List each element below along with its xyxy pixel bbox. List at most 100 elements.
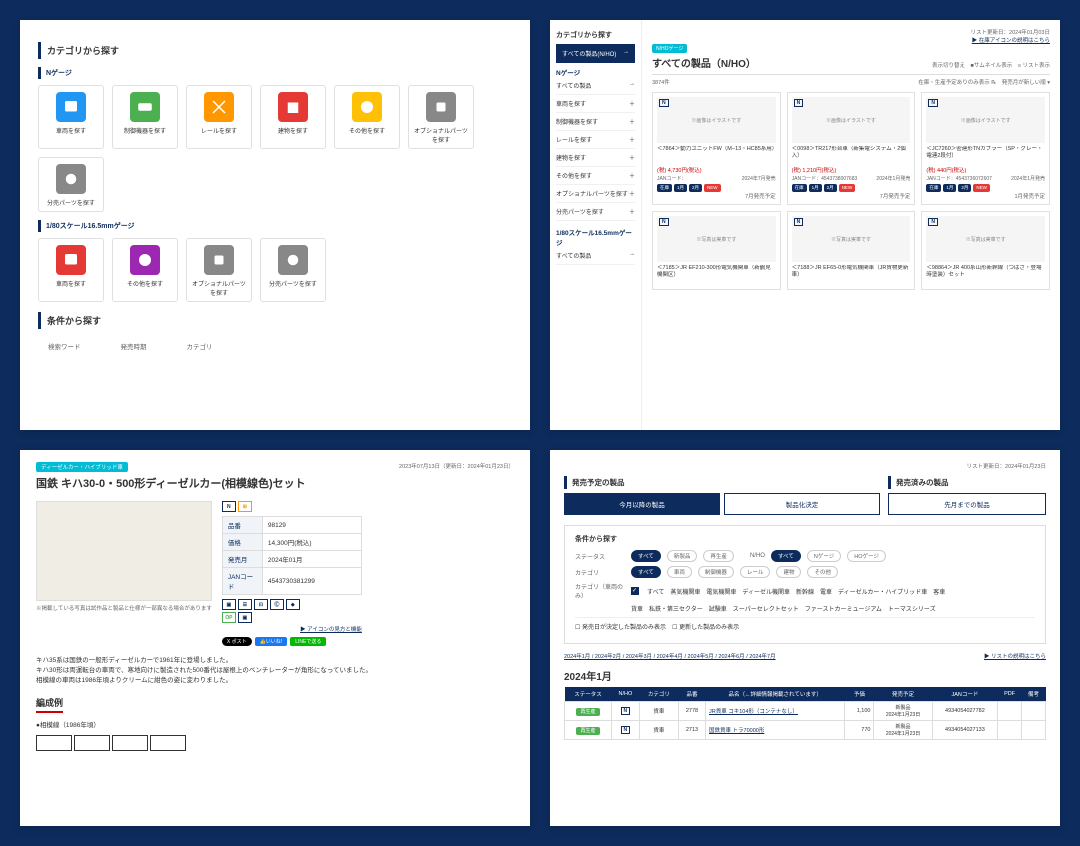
update-date: リスト更新日：2024年01月03日 bbox=[652, 28, 1050, 36]
other-icon bbox=[130, 245, 160, 275]
sidebar-header: カテゴリから探す bbox=[556, 30, 635, 40]
filter-option[interactable]: 電気機関車 bbox=[706, 587, 736, 596]
cat-train[interactable]: 車両を探す bbox=[38, 85, 104, 149]
filter-option[interactable]: 電車 bbox=[820, 587, 832, 596]
sidebar-item[interactable]: 制御機器を探す＋ bbox=[556, 113, 635, 131]
filter-option[interactable]: 蒸気機関車 bbox=[670, 587, 700, 596]
filter-label: N/HO bbox=[750, 553, 765, 559]
product-card[interactable]: N※写真は実車です ＜98864＞JR 400系山形新幹線（つばさ・登場時塗装）… bbox=[921, 211, 1050, 290]
cat-building[interactable]: 建物を探す bbox=[260, 85, 326, 149]
tab-current[interactable]: 今月以降の製品 bbox=[564, 493, 720, 515]
sidebar-item[interactable]: 車両を探す＋ bbox=[556, 95, 635, 113]
product-detail-panel: ディーゼルカー・ハイブリッド車 2023年07月13日（更新日：2024年01月… bbox=[20, 450, 530, 826]
filter-option[interactable]: ディーゼルカー・ハイブリッド車 bbox=[838, 587, 927, 596]
category-pill: ディーゼルカー・ハイブリッド車 bbox=[36, 462, 128, 472]
icon-guide-link[interactable]: ▶ アイコンの見方と機能 bbox=[222, 625, 362, 633]
parts-icon bbox=[204, 245, 234, 275]
filter-option[interactable]: 試験車 bbox=[709, 604, 727, 613]
filter-pill[interactable]: 車両 bbox=[667, 566, 692, 578]
n-icon: N bbox=[222, 501, 236, 512]
filter-pill[interactable]: HOゲージ bbox=[847, 550, 886, 562]
sidebar-item[interactable]: すべての製品→ bbox=[556, 77, 635, 95]
share-line[interactable]: LINEで送る bbox=[290, 637, 326, 646]
product-card[interactable]: N※画像はイラストです ＜0098＞TR217形台車（新集電システム・2個入） … bbox=[787, 92, 916, 205]
filter-check[interactable]: ☐ 発売日が決定した製品のみ表示 bbox=[575, 622, 666, 631]
filter-option[interactable]: 私鉄・第三セクター bbox=[649, 604, 703, 613]
filter-option[interactable]: トーマスシリーズ bbox=[888, 604, 936, 613]
cat-sep-parts[interactable]: 分売パーツを探す bbox=[38, 157, 104, 212]
train-icon bbox=[56, 245, 86, 275]
cat-optional[interactable]: オプショナルパーツを探す bbox=[408, 85, 474, 149]
feature-icon: ▣ bbox=[222, 599, 236, 610]
filter-pill[interactable]: 新製品 bbox=[667, 550, 698, 562]
sidebar-item[interactable]: オプショナルパーツを探す＋ bbox=[556, 185, 635, 203]
category-search-panel: カテゴリから探す Nゲージ 車両を探す 制御機器を探す レールを探す 建物を探す… bbox=[20, 20, 530, 430]
parts-icon bbox=[426, 92, 456, 122]
filter-option[interactable]: 貨車 bbox=[631, 604, 643, 613]
cat-rail[interactable]: レールを探す bbox=[186, 85, 252, 149]
filter-pill[interactable]: すべて bbox=[631, 550, 661, 562]
filter-option[interactable]: ファーストカーミュージアム bbox=[805, 604, 882, 613]
filter-option[interactable]: 客車 bbox=[933, 587, 945, 596]
n-categories-2: 分売パーツを探す bbox=[38, 157, 512, 212]
release-schedule-panel: リスト更新日：2024年01月23日 発売予定の製品 今月以降の製品 製品化決定… bbox=[550, 450, 1060, 826]
spec-table: N⊞ 品番98129 価格14,300円(税込) 発売月2024年01月 JAN… bbox=[222, 501, 362, 646]
cat-ho-optional[interactable]: オプショナルパーツを探す bbox=[186, 238, 252, 302]
cat-ho-train[interactable]: 車両を探す bbox=[38, 238, 104, 302]
product-card[interactable]: N※写真は実車です ＜7188＞JR EF65-0形電気機関車（JR貨物更新車） bbox=[787, 211, 916, 290]
tab-decided[interactable]: 製品化決定 bbox=[724, 493, 880, 515]
sidebar-item[interactable]: その他を探す＋ bbox=[556, 167, 635, 185]
sidebar-item[interactable]: レールを探す＋ bbox=[556, 131, 635, 149]
share-x[interactable]: X ポスト bbox=[222, 637, 252, 646]
section-conditions: 条件から探す bbox=[38, 312, 512, 329]
checkbox[interactable] bbox=[631, 587, 639, 595]
filter-option[interactable]: 新幹線 bbox=[796, 587, 814, 596]
filter-pill[interactable]: その他 bbox=[807, 566, 838, 578]
filter-pill[interactable]: 制御機器 bbox=[698, 566, 734, 578]
filter-pill[interactable]: Nゲージ bbox=[807, 550, 841, 562]
feature-icon: Ⓒ bbox=[270, 599, 284, 610]
cat-other[interactable]: その他を探す bbox=[334, 85, 400, 149]
product-grid: N※画像はイラストです ＜7864＞動力ユニットFW（M−13・HC85系用） … bbox=[652, 92, 1050, 290]
sort-options[interactable]: 在庫・生産予定ありのみ表示 ℞ 発売月が新しい順 ▾ bbox=[918, 78, 1050, 86]
n-categories: 車両を探す 制御機器を探す レールを探す 建物を探す その他を探す オプショナル… bbox=[38, 85, 512, 149]
sidebar-item[interactable]: 建物を探す＋ bbox=[556, 149, 635, 167]
other-icon bbox=[352, 92, 382, 122]
sidebar-active[interactable]: すべての製品(N/HO)→ bbox=[556, 44, 635, 63]
product-image bbox=[36, 501, 212, 601]
filter-pill[interactable]: レール bbox=[740, 566, 771, 578]
filter-label: カテゴリ（車両のみ） bbox=[575, 582, 625, 600]
cat-ho-sep[interactable]: 分売パーツを探す bbox=[260, 238, 326, 302]
cat-ho-other[interactable]: その他を探す bbox=[112, 238, 178, 302]
icon-help-link[interactable]: ▶ 在庫アイコンの説明はこちら bbox=[652, 36, 1050, 44]
sidebar-item[interactable]: すべての製品→ bbox=[556, 247, 635, 265]
product-card[interactable]: N※写真は実車です ＜7185＞JR EF210-300形電気機関車（新鶴見機関… bbox=[652, 211, 781, 290]
filter-pill[interactable]: 建物 bbox=[776, 566, 801, 578]
product-title: 国鉄 キハ30-0・500形ディーゼルカー(相模線色)セット bbox=[36, 475, 514, 491]
filter-check[interactable]: ☐ 更新した製品のみ表示 bbox=[672, 622, 739, 631]
filter-pill[interactable]: 再生産 bbox=[703, 550, 734, 562]
filter-pill[interactable]: すべて bbox=[631, 566, 661, 578]
product-card[interactable]: N※画像はイラストです ＜JC7260＞密連形TNカプラー（SP・グレー・電連2… bbox=[921, 92, 1050, 205]
sidebar-sub-ho: 1/80スケール16.5mmゲージ bbox=[556, 227, 635, 247]
product-card[interactable]: N※画像はイラストです ＜7864＞動力ユニットFW（M−13・HC85系用） … bbox=[652, 92, 781, 205]
filter-option[interactable]: ディーゼル機関車 bbox=[742, 587, 790, 596]
table-row[interactable]: 再生産 N 貨車2713 国鉄貨車 トラ70000形 770 新製品 2024年… bbox=[565, 721, 1046, 740]
filter-pill[interactable]: すべて bbox=[771, 550, 801, 562]
table-row[interactable]: 再生産 N 貨車2778 JR貨車 コキ104形（コンテナなし） 1,100 新… bbox=[565, 702, 1046, 721]
filter-option[interactable]: スーパーセレクトセット bbox=[733, 604, 799, 613]
tab-past[interactable]: 先月までの製品 bbox=[888, 493, 1046, 515]
feature-icon: ▣ bbox=[238, 612, 252, 623]
list-help-link[interactable]: ▶ リストの説明はこちら bbox=[984, 652, 1046, 660]
month-header: 2024年1月 bbox=[564, 668, 1046, 683]
view-toggle[interactable]: 表示切り替え ■サムネイル表示 ≡ リスト表示 bbox=[932, 61, 1050, 69]
sep-parts-icon bbox=[278, 245, 308, 275]
filter-labels: 検索ワード 発売時期 カテゴリ bbox=[38, 337, 512, 355]
share-fb[interactable]: 👍いいね! bbox=[255, 637, 288, 646]
cat-controller[interactable]: 制御機器を探す bbox=[112, 85, 178, 149]
month-nav[interactable]: 2024年1月 / 2024年2月 / 2024年3月 / 2024年4月 / … bbox=[564, 652, 776, 660]
feature-icon: ⊡ bbox=[254, 599, 268, 610]
subsection-ngauge: Nゲージ bbox=[38, 67, 512, 79]
sidebar-item[interactable]: 分売パーツを探す＋ bbox=[556, 203, 635, 221]
main-content: リスト更新日：2024年01月03日 ▶ 在庫アイコンの説明はこちら N/HOゲ… bbox=[642, 20, 1060, 430]
